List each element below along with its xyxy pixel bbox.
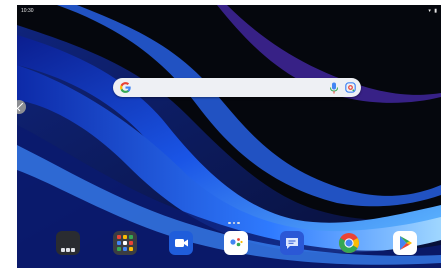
page-dot: [232, 221, 235, 224]
page-dot: [237, 221, 240, 224]
chrome-icon[interactable]: [337, 231, 361, 255]
page-dot: [228, 221, 231, 224]
messages-icon[interactable]: [280, 231, 304, 255]
all-apps-icon[interactable]: [113, 231, 137, 255]
chevron-right-icon: [17, 102, 26, 112]
status-icons: ▾ ▮: [428, 8, 438, 14]
google-search-bar[interactable]: [113, 78, 361, 97]
google-g-icon: [120, 82, 131, 93]
google-meet-icon[interactable]: [169, 231, 193, 255]
wallpaper: [17, 5, 441, 268]
page-indicator[interactable]: [228, 211, 242, 224]
microphone-icon[interactable]: [329, 82, 339, 94]
home-screen: 10:30 ▾ ▮: [17, 5, 441, 268]
play-store-icon[interactable]: [393, 231, 417, 255]
google-lens-icon[interactable]: [345, 82, 356, 93]
folder-icon[interactable]: [56, 231, 80, 255]
status-time: 10:30: [21, 8, 34, 14]
google-assistant-icon[interactable]: [224, 231, 248, 255]
